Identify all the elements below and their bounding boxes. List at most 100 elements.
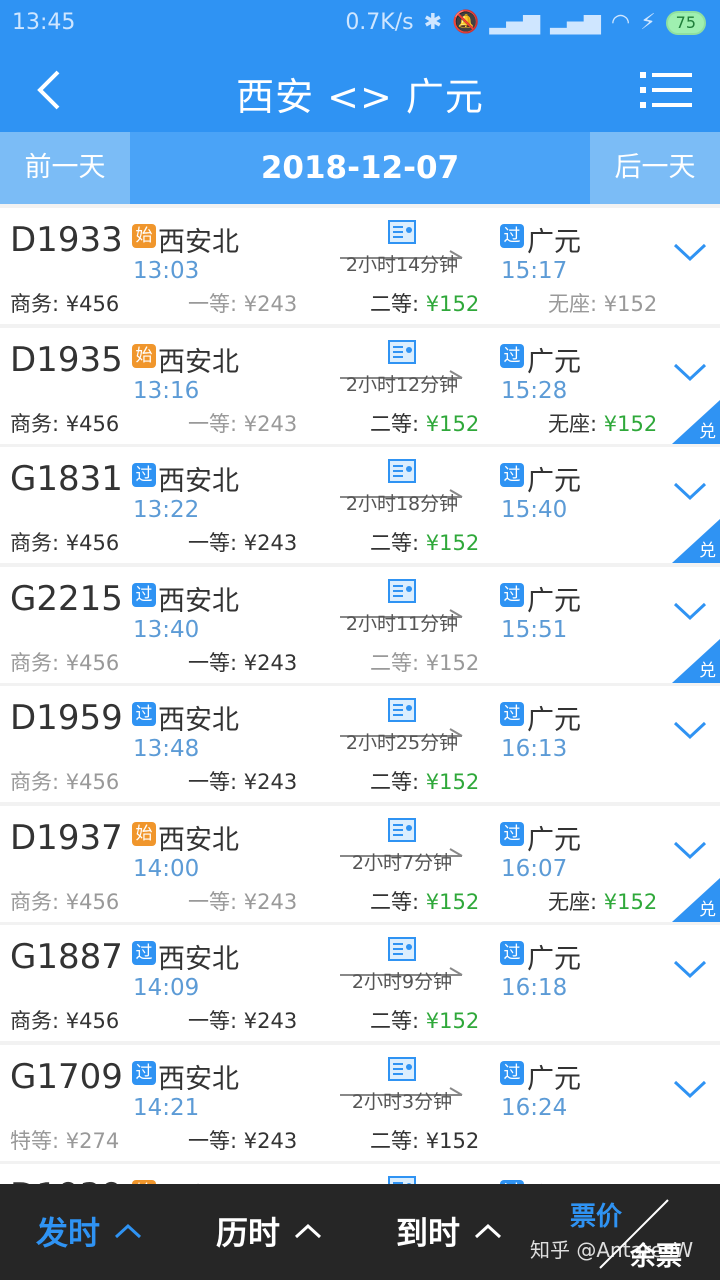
seat-class-label: 无座: [548, 411, 604, 436]
id-card-icon [388, 220, 416, 244]
arrival-type-badge: 过 [500, 463, 524, 487]
mute-icon: 🔕 [452, 10, 480, 35]
selected-date[interactable]: 2018-12-07 [130, 132, 590, 204]
train-code: D1959 [10, 698, 123, 738]
arrival-station: 广元 [527, 466, 581, 497]
status-icons: 0.7K/s ✱ 🔕 ▂▄▆ ▂▄▆ ◠ ⚡ 75 [345, 10, 706, 35]
arrival-time: 16:24 [501, 1094, 568, 1121]
travel-duration: 2小时7分钟 [351, 851, 453, 874]
origin-type-badge: 过 [132, 702, 156, 726]
arrival-type-badge: 过 [500, 582, 524, 607]
train-list[interactable]: D1933 始西安北 13:03 2小时14分钟过广元 15:17 商务: ¥456 一等:… [0, 208, 720, 1184]
train-row[interactable]: D1959 过西安北 13:48 2小时25分钟过广元 16:13 商务: ¥456 一等:… [0, 686, 720, 802]
chevron-down-icon[interactable] [672, 599, 708, 623]
tab-label: 发时 [36, 1214, 101, 1252]
exchange-corner-badge: 兑 [672, 877, 720, 922]
seat-price: 无座: ¥152 [548, 886, 657, 916]
arrival-time: 15:40 [501, 497, 568, 523]
seat-price: 二等: ¥152 [370, 527, 479, 557]
origin-type-badge: 过 [132, 941, 156, 965]
arrival-time: 15:51 [501, 616, 568, 643]
seat-price: 商务: ¥456 [10, 766, 119, 796]
seat-price-value: ¥152 [425, 292, 480, 316]
seat-class-label: 一等: [188, 292, 244, 316]
train-row[interactable]: G2215 过西安北 13:40 2小时11分钟过广元 15:51 商务: ¥456 一等:… [0, 566, 720, 683]
train-code: D1935 [10, 339, 123, 380]
seat-price: 二等: ¥152 [370, 647, 479, 677]
route-title: 西安 <> 广元 [236, 75, 484, 119]
signal-icon-2: ▂▄▆ [550, 10, 601, 35]
seat-class-label: 无座: [548, 889, 604, 914]
seat-class-label: 商务: [10, 292, 66, 316]
seat-price-value: ¥152 [425, 770, 480, 794]
chevron-down-icon[interactable] [672, 718, 708, 742]
seat-price: 商务: ¥456 [10, 527, 119, 557]
charging-icon: ⚡ [640, 10, 656, 35]
prev-day-button[interactable]: 前一天 [0, 132, 130, 204]
seat-price-value: ¥456 [65, 650, 120, 675]
wifi-icon: ◠ [610, 10, 631, 35]
battery-indicator: 75 [665, 10, 706, 35]
seat-price: 一等: ¥243 [188, 647, 297, 677]
next-day-button[interactable]: 后一天 [590, 132, 720, 204]
seat-price-value: ¥152 [425, 531, 480, 555]
chevron-down-icon[interactable] [672, 957, 708, 981]
seat-price-value: ¥456 [65, 531, 120, 555]
signal-icon: ▂▄▆ [489, 10, 541, 35]
arrival-station: 广元 [527, 1176, 581, 1184]
departure-time: 14:00 [133, 855, 200, 882]
seat-price-value: ¥456 [65, 292, 120, 316]
seat-price-value: ¥152 [603, 292, 658, 316]
departure-time: 13:03 [133, 258, 200, 284]
seat-price-value: ¥152 [425, 650, 480, 675]
chevron-down-icon[interactable] [672, 1077, 708, 1101]
seat-price: 二等: ¥152 [370, 288, 479, 318]
sort-by-duration-tab[interactable]: 历时 [216, 1208, 322, 1254]
train-code: G1831 [10, 459, 123, 499]
departure-time: 13:40 [133, 616, 200, 643]
train-code: D1937 [10, 817, 123, 858]
arrival-station: 广元 [527, 227, 581, 258]
arrival-type-badge: 过 [500, 343, 524, 368]
chevron-down-icon[interactable] [672, 838, 708, 862]
origin-type-badge: 始 [132, 224, 156, 248]
sort-by-depart-tab[interactable]: 发时 [36, 1208, 142, 1254]
seat-class-label: 二等: [370, 1009, 426, 1033]
arrival-station: 广元 [527, 944, 581, 975]
id-card-icon [388, 578, 416, 603]
travel-duration: 2小时14分钟 [345, 254, 459, 276]
train-row[interactable]: D1933 始西安北 13:03 2小时14分钟 过广元 15:17 商务: ¥456 一等:… [0, 208, 720, 324]
seat-price: 一等: ¥243 [188, 1125, 297, 1155]
arrival-type-badge: 过 [500, 702, 524, 726]
chevron-up-icon [115, 1223, 142, 1239]
exchange-label: 兑 [699, 899, 716, 920]
departure-station: 西安北 [158, 466, 239, 497]
seat-price-value: ¥152 [425, 889, 480, 914]
id-card-icon [388, 339, 416, 364]
seat-price: 商务: ¥456 [10, 408, 119, 438]
sort-by-arrive-tab[interactable]: 到时 [396, 1208, 502, 1254]
seat-price: 一等: ¥243 [188, 288, 297, 318]
arrival-station: 广元 [527, 824, 581, 856]
train-row[interactable]: D1935 始西安北 13:16 2小时12分钟 过广元 15:28 商务: ¥456 一等:… [0, 327, 720, 444]
seat-price: 无座: ¥152 [548, 288, 657, 318]
arrival-time: 15:17 [501, 258, 568, 284]
seat-class-label: 商务: [10, 770, 66, 794]
train-row[interactable]: G1709 过西安北 14:21 2小时3分钟过广元 16:24 特等: ¥274 一等: … [0, 1044, 720, 1161]
departure-station: 西安北 [158, 346, 239, 378]
chevron-down-icon[interactable] [672, 479, 708, 503]
exchange-label: 兑 [699, 541, 716, 561]
chevron-down-icon[interactable] [672, 240, 708, 264]
exchange-label: 兑 [699, 660, 716, 681]
train-row[interactable]: G1831 过西安北 13:22 2小时18分钟过广元 15:40 商务: ¥456 一等:… [0, 447, 720, 563]
arrival-type-badge: 过 [500, 224, 524, 248]
seat-class-label: 一等: [188, 889, 244, 914]
train-row[interactable]: D1939始西安北过广元 [0, 1164, 720, 1184]
id-card-icon [388, 817, 416, 842]
train-row[interactable]: G1887 过西安北 14:09 2小时9分钟过广元 16:18 商务: ¥456 一等: … [0, 925, 720, 1041]
seat-price-value: ¥274 [65, 1128, 120, 1153]
watermark: 知乎 @AntaresW [530, 1238, 694, 1262]
menu-list-icon[interactable] [640, 70, 692, 110]
train-row[interactable]: D1937 始西安北 14:00 2小时7分钟 过广元 16:07 商务: ¥456 一等: … [0, 805, 720, 922]
chevron-down-icon[interactable] [672, 360, 708, 384]
